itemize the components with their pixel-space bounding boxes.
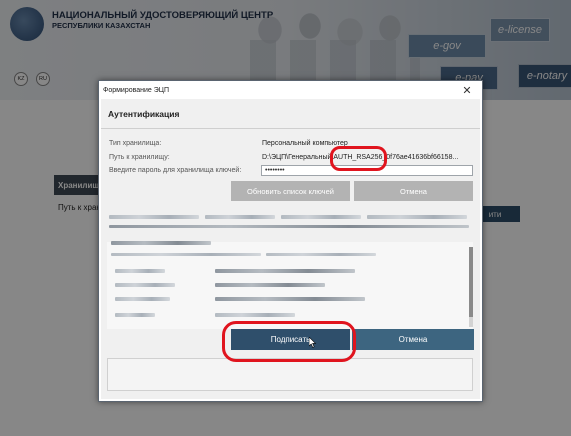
- redacted-text: [367, 215, 467, 219]
- redacted-text: [215, 269, 355, 273]
- redacted-text: [109, 215, 199, 219]
- redacted-text: [281, 215, 361, 219]
- storage-type-label: Тип хранилища:: [109, 140, 162, 147]
- redacted-text: [205, 215, 275, 219]
- window-titlebar[interactable]: Формирование ЭЦП ✕: [99, 81, 482, 99]
- auth-header: Аутентификация: [108, 109, 180, 119]
- sign-button-highlight-annotation: [222, 321, 356, 362]
- path-highlight-annotation: [330, 146, 387, 171]
- window-title: Формирование ЭЦП: [103, 86, 170, 94]
- status-box: [107, 358, 473, 391]
- header-divider: [101, 128, 480, 129]
- close-icon[interactable]: ✕: [452, 81, 482, 99]
- redacted-text: [111, 253, 261, 256]
- redacted-text: [115, 297, 170, 301]
- redacted-text: [215, 313, 295, 317]
- redacted-text: [115, 269, 165, 273]
- redacted-text: [115, 283, 175, 287]
- cancel-button[interactable]: Отмена: [352, 329, 474, 350]
- redacted-text: [215, 297, 365, 301]
- details-scrollbar-thumb[interactable]: [469, 247, 473, 317]
- password-label: Введите пароль для хранилища ключей:: [109, 167, 242, 174]
- redacted-text: [111, 241, 211, 245]
- redacted-text: [115, 313, 155, 317]
- path-label: Путь к хранилищу:: [109, 154, 170, 161]
- cancel-top-button[interactable]: Отмена: [354, 181, 473, 201]
- refresh-keys-button[interactable]: Обновить список ключей: [231, 181, 350, 201]
- redacted-text: [215, 283, 325, 287]
- redacted-text: [109, 225, 469, 228]
- redacted-text: [266, 253, 376, 256]
